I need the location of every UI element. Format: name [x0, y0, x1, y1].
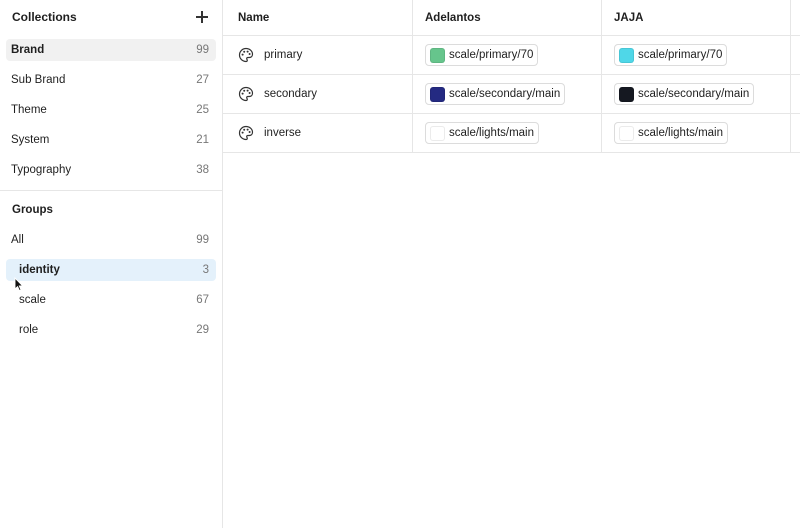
add-collection-button[interactable]: [194, 9, 210, 25]
alias-chip[interactable]: scale/lights/main: [425, 122, 540, 144]
collection-item-brand[interactable]: Brand 99: [6, 39, 216, 61]
alias-label: scale/lights/main: [638, 127, 724, 139]
group-item-identity[interactable]: identity 3: [6, 259, 216, 281]
token-name: secondary: [264, 88, 318, 100]
column-header-adelantos[interactable]: Adelantos: [413, 0, 602, 35]
collection-label: System: [11, 134, 50, 146]
palette-icon: [238, 125, 254, 141]
extra-cell: [791, 114, 800, 152]
collection-count: 21: [196, 134, 209, 146]
collection-label: Brand: [11, 44, 45, 56]
collection-count: 25: [196, 104, 209, 116]
collections-header: Collections: [0, 0, 222, 34]
palette-icon: [238, 86, 254, 102]
alias-chip[interactable]: scale/primary/70: [614, 44, 728, 66]
collection-item-typography[interactable]: Typography 38: [6, 159, 216, 181]
collection-label: Theme: [11, 104, 47, 116]
variables-table: Name Adelantos JAJA primary scale/primar…: [223, 0, 800, 528]
color-swatch: [430, 125, 445, 141]
group-count: 29: [196, 324, 209, 336]
token-name-cell: inverse: [223, 114, 413, 152]
extra-cell: [791, 36, 800, 74]
alias-label: scale/primary/70: [449, 49, 534, 61]
color-swatch: [430, 86, 445, 102]
alias-label: scale/lights/main: [449, 127, 535, 139]
table-row[interactable]: secondary scale/secondary/main scale/sec…: [223, 75, 800, 114]
value-cell: scale/lights/main: [413, 114, 602, 152]
token-name-cell: primary: [223, 36, 413, 74]
table-row[interactable]: inverse scale/lights/main scale/lights/m…: [223, 114, 800, 153]
collection-count: 99: [196, 44, 209, 56]
value-cell: scale/primary/70: [602, 36, 791, 74]
group-item-all[interactable]: All 99: [6, 229, 216, 251]
value-cell: scale/lights/main: [602, 114, 791, 152]
collection-count: 27: [196, 74, 209, 86]
column-header-extra: [791, 0, 800, 35]
value-cell: scale/secondary/main: [413, 75, 602, 113]
alias-chip[interactable]: scale/primary/70: [425, 44, 539, 66]
group-count: 3: [202, 264, 209, 276]
alias-label: scale/secondary/main: [449, 88, 561, 100]
table-header-row: Name Adelantos JAJA: [223, 0, 800, 36]
group-label: All: [11, 234, 24, 246]
groups-list: All 99 identity 3 scale 67 role 29: [0, 229, 222, 341]
group-item-scale[interactable]: scale 67: [6, 289, 216, 311]
collection-item-sub-brand[interactable]: Sub Brand 27: [6, 69, 216, 91]
groups-title: Groups: [12, 204, 53, 216]
group-count: 67: [196, 294, 209, 306]
table-row[interactable]: primary scale/primary/70 scale/primary/7…: [223, 36, 800, 75]
token-name: inverse: [264, 127, 302, 139]
value-cell: scale/secondary/main: [602, 75, 791, 113]
value-cell: scale/primary/70: [413, 36, 602, 74]
column-header-jaja[interactable]: JAJA: [602, 0, 791, 35]
collections-title: Collections: [12, 10, 77, 24]
color-swatch: [430, 47, 445, 63]
alias-chip[interactable]: scale/lights/main: [614, 122, 729, 144]
alias-label: scale/primary/70: [638, 49, 723, 61]
color-swatch: [619, 47, 634, 63]
color-swatch: [619, 125, 634, 141]
collections-list: Brand 99 Sub Brand 27 Theme 25 System 21…: [0, 34, 222, 181]
alias-label: scale/secondary/main: [638, 88, 750, 100]
cursor-icon: [14, 277, 24, 292]
alias-chip[interactable]: scale/secondary/main: [614, 83, 755, 105]
extra-cell: [791, 75, 800, 113]
group-item-role[interactable]: role 29: [6, 319, 216, 341]
collection-count: 38: [196, 164, 209, 176]
group-count: 99: [196, 234, 209, 246]
collection-label: Typography: [11, 164, 72, 176]
collection-item-theme[interactable]: Theme 25: [6, 99, 216, 121]
color-swatch: [619, 86, 634, 102]
palette-icon: [238, 47, 254, 63]
column-header-name[interactable]: Name: [223, 0, 413, 35]
token-name: primary: [264, 49, 303, 61]
alias-chip[interactable]: scale/secondary/main: [425, 83, 566, 105]
collection-label: Sub Brand: [11, 74, 66, 86]
group-label: scale: [19, 294, 46, 306]
sidebar: Collections Brand 99 Sub Brand 27 Theme …: [0, 0, 223, 528]
group-label: identity: [19, 264, 60, 276]
collection-item-system[interactable]: System 21: [6, 129, 216, 151]
token-name-cell: secondary: [223, 75, 413, 113]
group-label: role: [19, 324, 39, 336]
